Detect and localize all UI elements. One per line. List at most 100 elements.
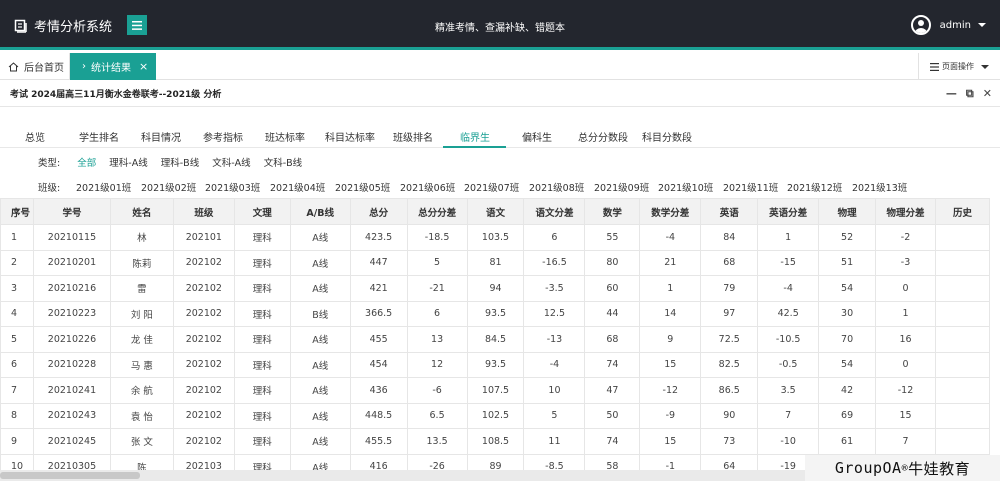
table-cell [934, 249, 991, 276]
tab-class-ranking[interactable]: 班级排名 [393, 129, 433, 144]
table-cell: 103.5 [466, 224, 525, 251]
class-option[interactable]: 2021级13班 [852, 180, 907, 194]
tab-overview[interactable]: 总览 [25, 129, 45, 144]
tab-total-score-bands[interactable]: 总分分数段 [578, 129, 628, 144]
table-cell: 15 [639, 428, 702, 455]
class-option[interactable]: 2021级11班 [723, 180, 778, 194]
tab-reference-index[interactable]: 参考指标 [203, 129, 243, 144]
table-cell: 20210245 [32, 428, 111, 455]
column-header: 数学 [584, 198, 641, 225]
table-row[interactable]: 3 20210216 雷 202102 理科 A线 421 -21 94 -3.5 60 1 79 -4… [0, 275, 991, 302]
type-option-all[interactable]: 全部 [77, 158, 96, 169]
table-cell: 55 [584, 224, 641, 251]
table-cell: 436 [349, 377, 408, 404]
table-cell: -13 [523, 326, 586, 353]
table-row[interactable]: 8 20210243 袁 怡 202102 理科 A线 448.5 6.5 102.5 5 50 -9… [0, 402, 991, 429]
column-header: 序号 [0, 198, 34, 225]
tab-home-label: 后台首页 [24, 63, 64, 74]
chevron-down-icon [978, 23, 986, 27]
user-menu[interactable]: admin [910, 15, 986, 35]
username: admin [939, 19, 971, 31]
tab-statistics[interactable]: › 统计结果 × [70, 53, 156, 80]
table-cell: 61 [818, 428, 877, 455]
table-cell: 68 [700, 249, 759, 276]
table-cell: -0.5 [757, 351, 820, 378]
table-row[interactable]: 6 20210228 马 惠 202102 理科 A线 454 12 93.5 -4 74 15 82.… [0, 351, 991, 378]
tab-biased-students[interactable]: 偏科生 [522, 129, 552, 144]
table-cell: 74 [584, 428, 641, 455]
horizontal-scrollbar[interactable] [0, 470, 805, 481]
class-option[interactable]: 2021级04班 [270, 180, 325, 194]
tab-home[interactable]: 后台首页 [0, 53, 70, 80]
table-cell: 90 [700, 402, 759, 429]
table-cell: 13.5 [406, 428, 468, 455]
tab-critical-students[interactable]: 临界生 [460, 129, 490, 144]
table-cell: 1 [639, 275, 702, 302]
table-cell: 理科 [233, 249, 291, 276]
table-row[interactable]: 5 20210226 龙 佳 202102 理科 A线 455 13 84.5 -13 68 9 72.… [0, 326, 991, 353]
tab-subject-score-bands[interactable]: 科目分数段 [642, 129, 692, 144]
class-option[interactable]: 2021级07班 [464, 180, 519, 194]
table-header-row: 序号 学号 姓名 班级 文理 A/B线 总分 总分分差 语文 语文分差 数学 数学分差 英语 英语分差 物理… [0, 198, 991, 225]
class-option[interactable]: 2021级09班 [594, 180, 649, 194]
class-option[interactable]: 2021级02班 [141, 180, 196, 194]
close-icon[interactable]: × [139, 60, 148, 73]
type-option-science-b[interactable]: 理科-B线 [161, 158, 199, 169]
column-header: 物理 [818, 198, 877, 225]
table-cell: -2 [875, 224, 936, 251]
watermark-logo: GroupOA ® 牛娃教育 [805, 455, 1000, 481]
home-icon [8, 61, 19, 71]
maximize-icon[interactable]: ⧉ [966, 87, 974, 101]
table-cell: 8 [0, 402, 34, 429]
minimize-icon[interactable]: — [946, 87, 957, 101]
table-row[interactable]: 2 20210201 陈莉 202102 理科 A线 447 5 81 -16.5 80 21 68-… [0, 249, 991, 276]
table-cell [934, 351, 991, 378]
type-filter: 类型: 全部 理科-A线 理科-B线 文科-A线 文科-B线 [38, 155, 312, 169]
table-cell: 雷 [109, 275, 174, 302]
tab-subject-status[interactable]: 科目情况 [141, 129, 181, 144]
column-header: 语文 [466, 198, 525, 225]
top-bar: 考情分析系统 精准考情、查漏补缺、错题本 admin [0, 0, 1000, 50]
table-cell: -16.5 [523, 249, 586, 276]
class-option[interactable]: 2021级08班 [529, 180, 584, 194]
table-cell: 9 [639, 326, 702, 353]
table-cell: 6.5 [406, 402, 468, 429]
table-row[interactable]: 7 20210241 余 航 202102 理科 A线 436 -6 107.5 10 47 -12 8… [0, 377, 991, 404]
class-option[interactable]: 2021级03班 [205, 180, 260, 194]
page-operations-button[interactable]: 页面操作 [918, 53, 1000, 80]
table-cell: A线 [289, 351, 351, 378]
tab-student-ranking[interactable]: 学生排名 [79, 129, 119, 144]
table-cell: 1 [757, 224, 820, 251]
table-cell: -15 [757, 249, 820, 276]
table-row[interactable]: 9 20210245 张 文 202102 理科 A线 455.5 13.5 108.5 11 74… [0, 428, 991, 455]
table-cell: -4 [523, 351, 586, 378]
class-filter-label: 班级: [38, 183, 61, 194]
table-cell [934, 224, 991, 251]
tab-subject-pass-rate[interactable]: 科目达标率 [325, 129, 375, 144]
table-row[interactable]: 4 20210223 刘 阳 202102 理科 B线 366.5 6 93.5 12.5 44 14… [0, 300, 991, 327]
table-cell: -9 [639, 402, 702, 429]
tab-class-pass-rate[interactable]: 班达标率 [265, 129, 305, 144]
table-cell: -21 [406, 275, 468, 302]
table-cell: 108.5 [466, 428, 525, 455]
table-row[interactable]: 1 20210115 林 202101 理科 A线 423.5 -18.5 103.5 6 55-… [0, 224, 991, 251]
table-cell: A线 [289, 249, 351, 276]
type-option-science-a[interactable]: 理科-A线 [109, 158, 147, 169]
type-option-arts-b[interactable]: 文科-B线 [264, 158, 302, 169]
class-option[interactable]: 2021级05班 [335, 180, 390, 194]
close-icon[interactable]: ✕ [983, 87, 992, 101]
column-header: 学号 [32, 198, 111, 225]
class-option[interactable]: 2021级10班 [658, 180, 713, 194]
table-cell: 7 [0, 377, 34, 404]
type-option-arts-a[interactable]: 文科-A线 [212, 158, 250, 169]
table-cell: 刘 阳 [109, 300, 174, 327]
table-cell: 9 [0, 428, 34, 455]
class-option[interactable]: 2021级12班 [787, 180, 842, 194]
class-option[interactable]: 2021级01班 [76, 180, 131, 194]
scrollbar-thumb[interactable] [0, 472, 140, 479]
table-cell: -10 [757, 428, 820, 455]
table-cell: 3.5 [757, 377, 820, 404]
table-cell: 20210115 [32, 224, 111, 251]
table-cell: 15 [875, 402, 936, 429]
class-option[interactable]: 2021级06班 [400, 180, 455, 194]
